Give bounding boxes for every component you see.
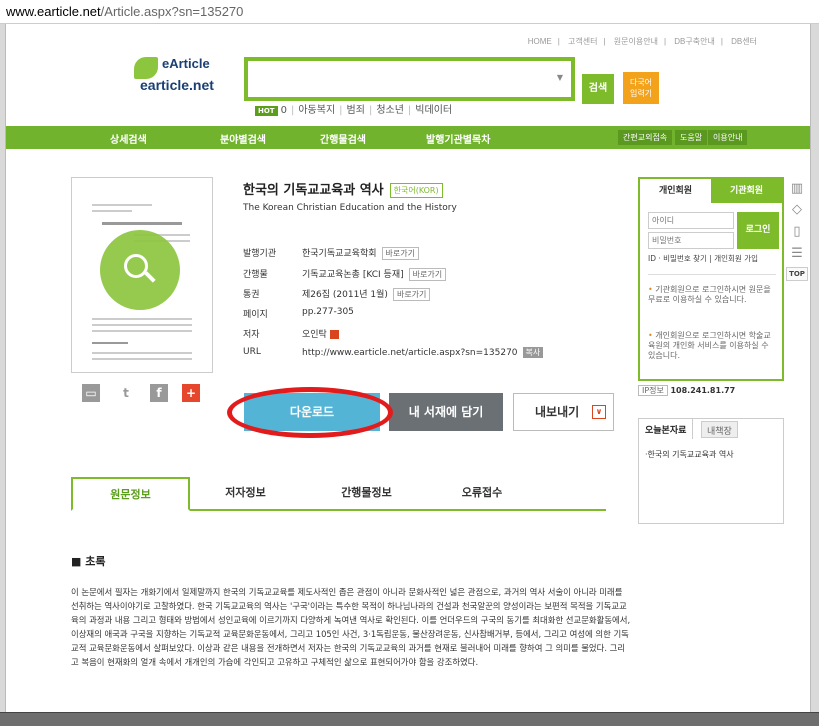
id-field[interactable] bbox=[648, 212, 734, 229]
language-badge: 한국어(KOR) bbox=[389, 183, 443, 198]
nav-publisher-toc[interactable]: 발행기관별목차 bbox=[426, 131, 490, 146]
list-icon[interactable]: ☰ bbox=[786, 246, 808, 264]
login-panel: 개인회원 기관회원 로그인 ID · 비밀번호 찾기 | 개인회원 가입 • 기… bbox=[638, 177, 784, 381]
tab-report-error[interactable]: 오류접수 bbox=[432, 477, 532, 511]
url-host: www.earticle.net bbox=[6, 4, 101, 19]
site-logo[interactable]: eArticle earticle.net bbox=[134, 55, 220, 97]
meta-value-pages: pp.277-305 bbox=[302, 307, 354, 317]
institution-note: • 기관회원으로 로그인하시면 원문을 무료로 이용하실 수 있습니다. bbox=[648, 285, 771, 304]
abstract-heading: ■ 초록 bbox=[71, 555, 106, 568]
tab-author-info[interactable]: 저자정보 bbox=[190, 477, 301, 511]
recent-panel: 오늘본자료 내책장 ·한국의 기독교교육과 역사 bbox=[638, 418, 784, 524]
nav-detail-search[interactable]: 상세검색 bbox=[110, 131, 147, 146]
leaf-logo-icon bbox=[134, 57, 158, 79]
top-button[interactable]: TOP bbox=[786, 267, 808, 281]
login-links: ID · 비밀번호 찾기 | 개인회원 가입 bbox=[648, 254, 759, 263]
join-link[interactable]: 개인회원 가입 bbox=[714, 254, 758, 263]
twitter-icon[interactable]: t bbox=[117, 384, 135, 402]
meta-label-url: URL bbox=[243, 347, 261, 357]
red-highlight-ellipse bbox=[227, 387, 393, 438]
search-box: ▼ bbox=[244, 57, 575, 101]
tab-article-info[interactable]: 원문정보 bbox=[71, 477, 190, 511]
nav-help[interactable]: 도움말 bbox=[675, 130, 708, 145]
password-field[interactable] bbox=[648, 232, 734, 249]
top-links: HOME | 고객센터 | 원문이용안내 | DB구축안내 | DB센터 bbox=[527, 37, 757, 46]
hot-term[interactable]: 청소년 bbox=[376, 105, 404, 116]
meta-label-publisher: 발행기관 bbox=[243, 249, 277, 259]
meta-value-url: http://www.earticle.net/article.aspx?sn=… bbox=[302, 348, 518, 358]
meta-label-author: 저자 bbox=[243, 330, 260, 340]
tab-bar: 원문정보 저자정보 간행물정보 오류접수 bbox=[71, 477, 606, 511]
export-button[interactable]: 내보내기 ∨ bbox=[513, 393, 614, 431]
meta-value-publisher: 한국기독교교육학회 bbox=[302, 249, 377, 259]
search-input[interactable] bbox=[248, 61, 571, 97]
top-link-db-center[interactable]: DB센터 bbox=[731, 37, 757, 46]
hot-keywords: HOT 0 | 아동복지 | 범죄 | 청소년 | 빅데이터 bbox=[255, 101, 452, 116]
window-frame-bottom bbox=[0, 712, 819, 726]
find-id-password-link[interactable]: ID · 비밀번호 찾기 bbox=[648, 254, 707, 263]
hot-term[interactable]: 아동복지 bbox=[298, 105, 335, 116]
hot-term[interactable]: 범죄 bbox=[347, 105, 365, 116]
main-nav: 상세검색 분야별검색 간행물검색 발행기관별목차 간편교외접속 도움말 이용안내 bbox=[6, 126, 810, 149]
top-link-support[interactable]: 고객센터 bbox=[568, 37, 597, 46]
add-to-library-button[interactable]: 내 서재에 담기 bbox=[389, 393, 503, 431]
graduation-cap-icon[interactable]: ◇ bbox=[786, 202, 808, 220]
print-icon[interactable]: ▭ bbox=[82, 384, 100, 402]
meta-label-journal: 간행물 bbox=[243, 270, 268, 280]
goto-issue-button[interactable]: 바로가기 bbox=[392, 288, 431, 301]
meta-label-pages: 페이지 bbox=[243, 310, 268, 320]
tab-journal-info[interactable]: 간행물정보 bbox=[301, 477, 432, 511]
tab-personal-member[interactable]: 개인회원 bbox=[640, 179, 711, 203]
google-plus-icon[interactable]: + bbox=[182, 384, 200, 402]
export-label: 내보내기 bbox=[535, 405, 580, 419]
meta-value-author[interactable]: 오인탁 bbox=[302, 330, 327, 340]
tab-bookshelf[interactable]: 내책장 bbox=[701, 421, 738, 438]
abstract-text: 이 논문에서 필자는 개화기에서 일제말까지 한국의 기독교교육를 제도사적인 … bbox=[71, 587, 631, 667]
goto-journal-button[interactable]: 바로가기 bbox=[408, 268, 447, 281]
top-link-db-guide[interactable]: DB구축안내 bbox=[674, 37, 715, 46]
meta-value-journal: 기독교교육논총 [KCI 등재] bbox=[302, 270, 404, 280]
address-bar[interactable]: www.earticle.net/Article.aspx?sn=135270 bbox=[0, 0, 819, 24]
author-info-icon[interactable] bbox=[329, 330, 339, 339]
ip-value: 108.241.81.77 bbox=[670, 386, 736, 395]
facebook-icon[interactable]: f bbox=[150, 384, 168, 402]
recent-item[interactable]: ·한국의 기독교교육과 역사 bbox=[645, 449, 734, 460]
top-link-usage[interactable]: 원문이용안내 bbox=[614, 37, 658, 46]
goto-publisher-button[interactable]: 바로가기 bbox=[381, 247, 419, 260]
ip-info: IP정보 108.241.81.77 bbox=[638, 385, 735, 396]
hot-term[interactable]: 빅데이터 bbox=[415, 105, 452, 116]
tab-institution-member[interactable]: 기관회원 bbox=[711, 179, 782, 203]
article-title-text: 한국의 기독교교육과 역사 bbox=[243, 183, 384, 198]
article-title: 한국의 기독교교육과 역사 한국어(KOR) bbox=[243, 179, 443, 198]
ip-label: IP정보 bbox=[638, 385, 668, 396]
lang-button-line1: 다국어 bbox=[629, 78, 653, 87]
logo-text-bottom: earticle.net bbox=[140, 77, 214, 93]
search-button[interactable]: 검색 bbox=[582, 74, 614, 104]
lang-button-line2: 입력기 bbox=[629, 89, 653, 98]
nav-usage-guide[interactable]: 이용안내 bbox=[708, 130, 748, 145]
copy-url-button[interactable]: 복사 bbox=[522, 347, 544, 358]
chevron-down-icon[interactable]: ▼ bbox=[557, 73, 563, 82]
login-button[interactable]: 로그인 bbox=[737, 212, 779, 249]
logo-text-top: eArticle bbox=[162, 56, 210, 71]
top-link-home[interactable]: HOME bbox=[528, 37, 552, 46]
hot-count: 0 bbox=[280, 105, 287, 116]
hot-badge: HOT bbox=[255, 106, 278, 116]
multilang-input-button[interactable]: 다국어입력기 bbox=[623, 72, 659, 104]
article-subtitle: The Korean Christian Education and the H… bbox=[243, 203, 457, 213]
chevron-down-icon: ∨ bbox=[592, 405, 606, 419]
nav-remote-access[interactable]: 간편교외접속 bbox=[618, 130, 673, 145]
article-thumbnail[interactable] bbox=[71, 177, 213, 373]
url-path: /Article.aspx?sn=135270 bbox=[100, 4, 244, 19]
nav-journal-search[interactable]: 간행물검색 bbox=[320, 131, 366, 146]
tab-recent[interactable]: 오늘본자료 bbox=[639, 419, 694, 439]
meta-value-issue: 제26집 (2011년 1월) bbox=[302, 290, 388, 300]
library-icon[interactable]: ▥ bbox=[786, 181, 808, 199]
meta-label-issue: 통권 bbox=[243, 290, 260, 300]
nav-field-search[interactable]: 분야별검색 bbox=[220, 131, 266, 146]
personal-note: • 개인회원으로 로그인하시면 학술교육원의 개인화 서비스를 이용하실 수 있… bbox=[648, 331, 771, 360]
window-frame-right bbox=[810, 24, 819, 714]
clipboard-icon[interactable]: ▯ bbox=[786, 224, 808, 242]
